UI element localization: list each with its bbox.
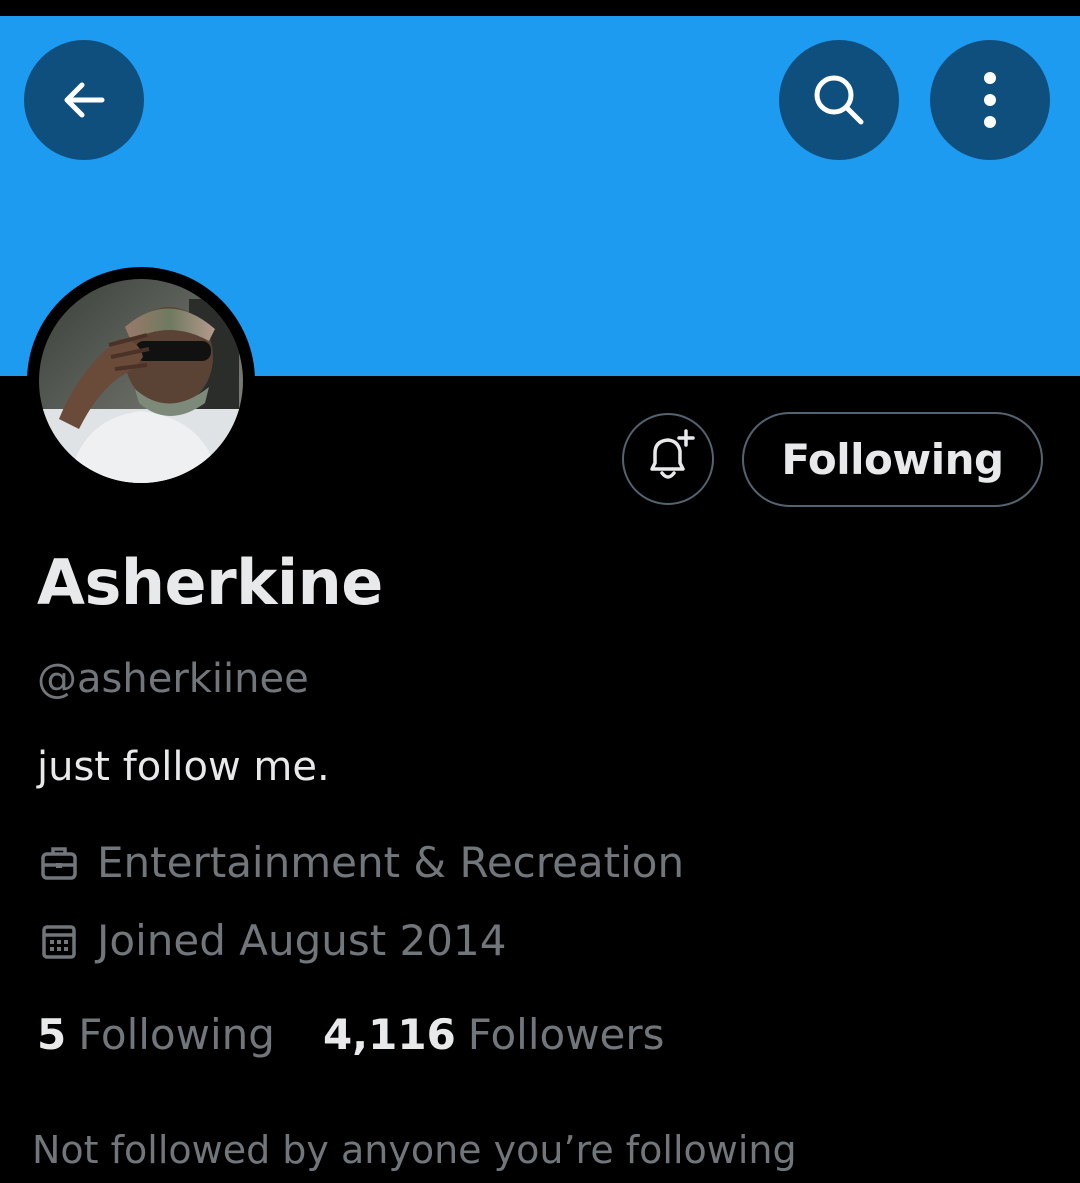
followers-count: 4,116 [322, 1010, 456, 1059]
more-options-button[interactable] [930, 40, 1050, 160]
user-handle: @asherkiinee [37, 656, 309, 702]
calendar-icon [37, 919, 81, 963]
following-count-link[interactable]: 5 Following [37, 1010, 275, 1059]
search-button[interactable] [779, 40, 899, 160]
search-icon [809, 70, 869, 130]
followers-count-link[interactable]: 4,116 Followers [323, 1010, 665, 1059]
following-count: 5 [37, 1010, 67, 1059]
avatar-photo [39, 279, 243, 483]
bell-plus-icon [638, 427, 698, 491]
joined-text: Joined August 2014 [97, 916, 507, 965]
back-button[interactable] [24, 40, 144, 160]
join-date: Joined August 2014 [37, 916, 506, 965]
avatar[interactable] [27, 267, 255, 495]
followers-label: Followers [467, 1010, 665, 1059]
more-vertical-icon [980, 70, 1000, 130]
status-bar [0, 0, 1080, 16]
professional-category: Entertainment & Recreation [37, 838, 684, 887]
category-text: Entertainment & Recreation [97, 838, 685, 887]
mutual-followers-note: Not followed by anyone you’re following [32, 1128, 797, 1172]
arrow-left-icon [56, 72, 112, 128]
profile-bio: just follow me. [37, 744, 330, 790]
notifications-button[interactable] [622, 413, 714, 505]
display-name: Asherkine [37, 546, 383, 619]
briefcase-icon [37, 841, 81, 885]
following-label: Following [78, 1010, 275, 1059]
follow-counts: 5 Following 4,116 Followers [37, 1010, 665, 1059]
following-button[interactable]: Following [742, 412, 1043, 507]
